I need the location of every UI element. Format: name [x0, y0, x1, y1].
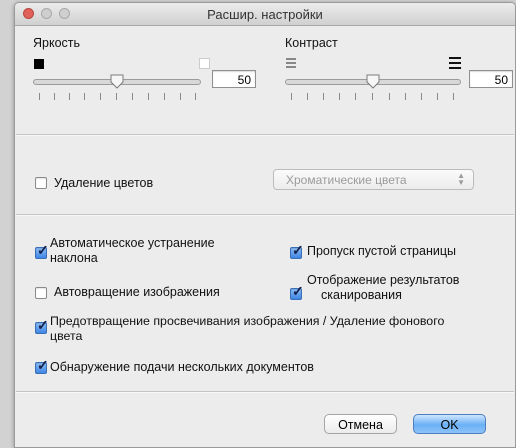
show-scan-results-checkbox[interactable]: ✓: [290, 283, 304, 300]
auto-deskew-label: Автоматическое устранение наклона: [50, 236, 215, 266]
checkmark-icon: ✓: [292, 283, 304, 299]
color-removal-dropdown[interactable]: Хроматические цвета ▲ ▼: [273, 169, 474, 190]
show-scan-results-label-line1: Отображение результатов: [307, 273, 460, 287]
ok-button[interactable]: OK: [413, 414, 486, 434]
updown-arrows-icon: ▲ ▼: [457, 171, 465, 187]
auto-deskew-label-line1: Автоматическое устранение: [50, 236, 215, 250]
contrast-slider-thumb[interactable]: [366, 74, 380, 89]
checkmark-icon: ✓: [37, 317, 49, 333]
contrast-value-field[interactable]: 50: [469, 70, 513, 88]
auto-rotate-label: Автовращение изображения: [54, 285, 220, 299]
skip-blank-page-label: Пропуск пустой страницы: [307, 244, 456, 258]
window-title: Расшир. настройки: [207, 7, 323, 22]
auto-deskew-label-line2: наклона: [50, 251, 98, 265]
auto-deskew-checkbox[interactable]: ✓: [35, 242, 49, 259]
brightness-slider[interactable]: [33, 74, 201, 89]
dark-square-icon: [34, 59, 44, 69]
brightness-slider-thumb[interactable]: [110, 74, 124, 89]
separator: [16, 391, 514, 393]
title-bar: Расшир. настройки: [15, 3, 515, 26]
contrast-ticks: [285, 93, 461, 100]
brightness-label: Яркость: [33, 36, 81, 50]
skip-blank-page-checkbox[interactable]: ✓: [290, 242, 304, 259]
bleed-through-checkbox[interactable]: ✓: [35, 317, 49, 334]
low-contrast-icon: [286, 58, 296, 68]
brightness-value-field[interactable]: 50: [212, 70, 256, 88]
show-scan-results-label-line2: сканирования: [321, 288, 402, 302]
auto-rotate-checkbox[interactable]: [35, 287, 47, 299]
brightness-ticks: [33, 93, 201, 100]
high-contrast-icon: [449, 57, 461, 69]
show-scan-results-label: Отображение результатов сканирования: [307, 273, 459, 303]
separator: [16, 134, 514, 136]
separator: [16, 214, 514, 216]
checkmark-icon: ✓: [292, 242, 304, 258]
checkmark-icon: ✓: [37, 242, 49, 258]
light-square-icon: [199, 58, 210, 69]
advanced-settings-dialog: Расшир. настройки Яркость 50 Контраст 50…: [14, 2, 516, 448]
contrast-slider[interactable]: [285, 74, 461, 89]
bleed-through-label-line1: Предотвращение просвечивания изображения…: [50, 314, 445, 328]
color-removal-checkbox[interactable]: [35, 177, 47, 189]
contrast-label: Контраст: [285, 36, 338, 50]
bleed-through-label-line2: цвета: [50, 329, 83, 343]
multifeed-detect-checkbox[interactable]: ✓: [35, 357, 49, 374]
multifeed-detect-label: Обнаружение подачи нескольких документов: [50, 360, 314, 374]
checkmark-icon: ✓: [37, 357, 49, 373]
cancel-button[interactable]: Отмена: [324, 414, 397, 434]
color-removal-dropdown-value: Хроматические цвета: [286, 173, 407, 187]
color-removal-label: Удаление цветов: [54, 176, 154, 190]
bleed-through-label: Предотвращение просвечивания изображения…: [50, 314, 444, 344]
